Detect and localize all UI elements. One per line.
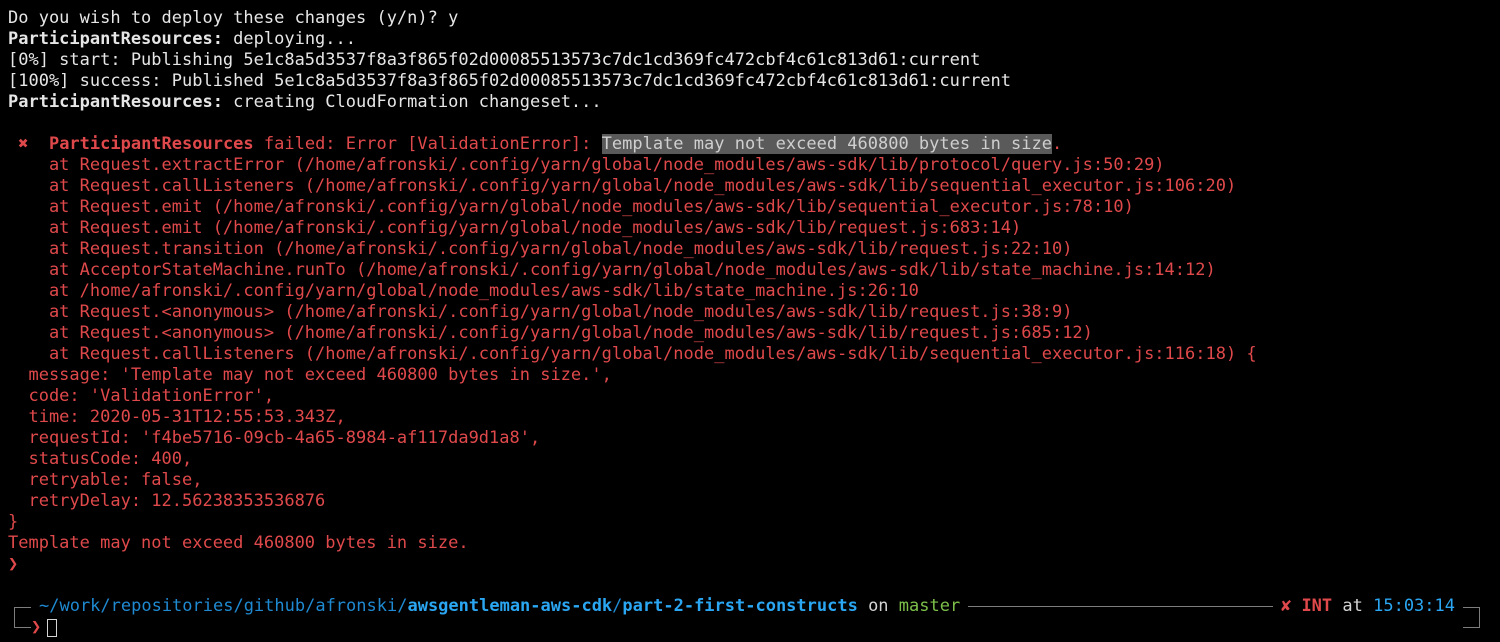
stack-trace-line: at Request.transition (/home/afronski/.c… — [8, 239, 1073, 259]
changeset-line: ParticipantResources: creating CloudForm… — [8, 92, 1492, 113]
error-object-line: code: 'ValidationError', — [8, 386, 275, 406]
publish-success-line: [100%] success: Published 5e1c8a5d3537f8… — [8, 71, 1012, 91]
prompt-separator-rule — [968, 606, 1273, 607]
stack-trace: at Request.extractError (/home/afronski/… — [8, 155, 1492, 365]
stack-trace-line: at /home/afronski/.config/yarn/global/no… — [8, 281, 919, 301]
error-object-line: message: 'Template may not exceed 460800… — [8, 365, 612, 385]
prompt-path-parent: ~/work/repositories/github/afronski/ — [39, 596, 408, 616]
stack-trace-line: at Request.<anonymous> (/home/afronski/.… — [8, 323, 1093, 343]
error-prefix: failed: Error [ValidationError]: — [253, 134, 602, 154]
terminal-output: Do you wish to deploy these changes (y/n… — [8, 8, 1492, 575]
stack-trace-line: at Request.extractError (/home/afronski/… — [8, 155, 1165, 175]
error-cross-icon: ✖ — [8, 134, 39, 154]
error-object-line: time: 2020-05-31T12:55:53.343Z, — [8, 407, 346, 427]
prompt-path-separator: / — [612, 596, 623, 616]
prompt-frame-bottom-right — [1463, 617, 1480, 628]
error-highlight: Template may not exceed 460800 bytes in … — [601, 134, 1052, 154]
publish-start-line: [0%] start: Publishing 5e1c8a5d3537f8a3f… — [8, 50, 981, 70]
text-cursor — [47, 618, 58, 637]
final-error-line: Template may not exceed 460800 bytes in … — [8, 533, 469, 553]
stack-trace-line: at Request.<anonymous> (/home/afronski/.… — [8, 302, 1073, 322]
command-input-line[interactable]: ❯ — [14, 617, 58, 638]
error-stack-name: ParticipantResources — [38, 134, 254, 154]
error-object-line: requestId: 'f4be5716-09cb-4a65-8984-af11… — [8, 428, 541, 448]
prompt-path-repo: awsgentleman-aws-cdk — [407, 596, 613, 616]
stack-trace-line: at Request.callListeners (/home/afronski… — [8, 176, 1237, 196]
stack-trace-line: at Request.callListeners (/home/afronski… — [8, 344, 1257, 364]
git-branch: master — [898, 596, 961, 616]
stack-trace-line: at AcceptorStateMachine.runTo (/home/afr… — [8, 260, 1216, 280]
stack-name: ParticipantResources: — [8, 92, 223, 112]
shell-prompt: ~/work/repositories/github/afronski/awsg… — [14, 596, 1480, 618]
error-object: message: 'Template may not exceed 460800… — [8, 365, 1492, 533]
deploying-text: deploying... — [222, 29, 356, 49]
prompt-frame-bottom-left — [14, 617, 31, 628]
error-suffix: . — [1052, 134, 1063, 154]
confirm-line: Do you wish to deploy these changes (y/n… — [8, 8, 459, 28]
exit-status: INT — [1301, 596, 1333, 616]
stack-trace-line: at Request.emit (/home/afronski/.config/… — [8, 197, 1134, 217]
error-line: ✖ ParticipantResources failed: Error [Va… — [8, 134, 1492, 155]
prompt-chevron-icon: ❯ — [8, 554, 19, 574]
error-object-line: retryable: false, — [8, 470, 203, 490]
changeset-text: creating CloudFormation changeset... — [222, 92, 602, 112]
stack-name: ParticipantResources: — [8, 29, 223, 49]
status-cross-icon: ✘ — [1280, 596, 1302, 616]
error-object-line: } — [8, 512, 19, 532]
input-chevron-icon: ❯ — [31, 617, 42, 637]
error-object-line: retryDelay: 12.56238353536876 — [8, 491, 326, 511]
prompt-time: 15:03:14 — [1373, 596, 1455, 616]
error-object-line: statusCode: 400, — [8, 449, 193, 469]
prompt-at-text: at — [1332, 596, 1374, 616]
stack-trace-line: at Request.emit (/home/afronski/.config/… — [8, 218, 1022, 238]
prompt-path-dir: part-2-first-constructs — [622, 596, 858, 616]
deploying-line: ParticipantResources: deploying... — [8, 29, 1492, 50]
prompt-on-text: on — [857, 596, 899, 616]
